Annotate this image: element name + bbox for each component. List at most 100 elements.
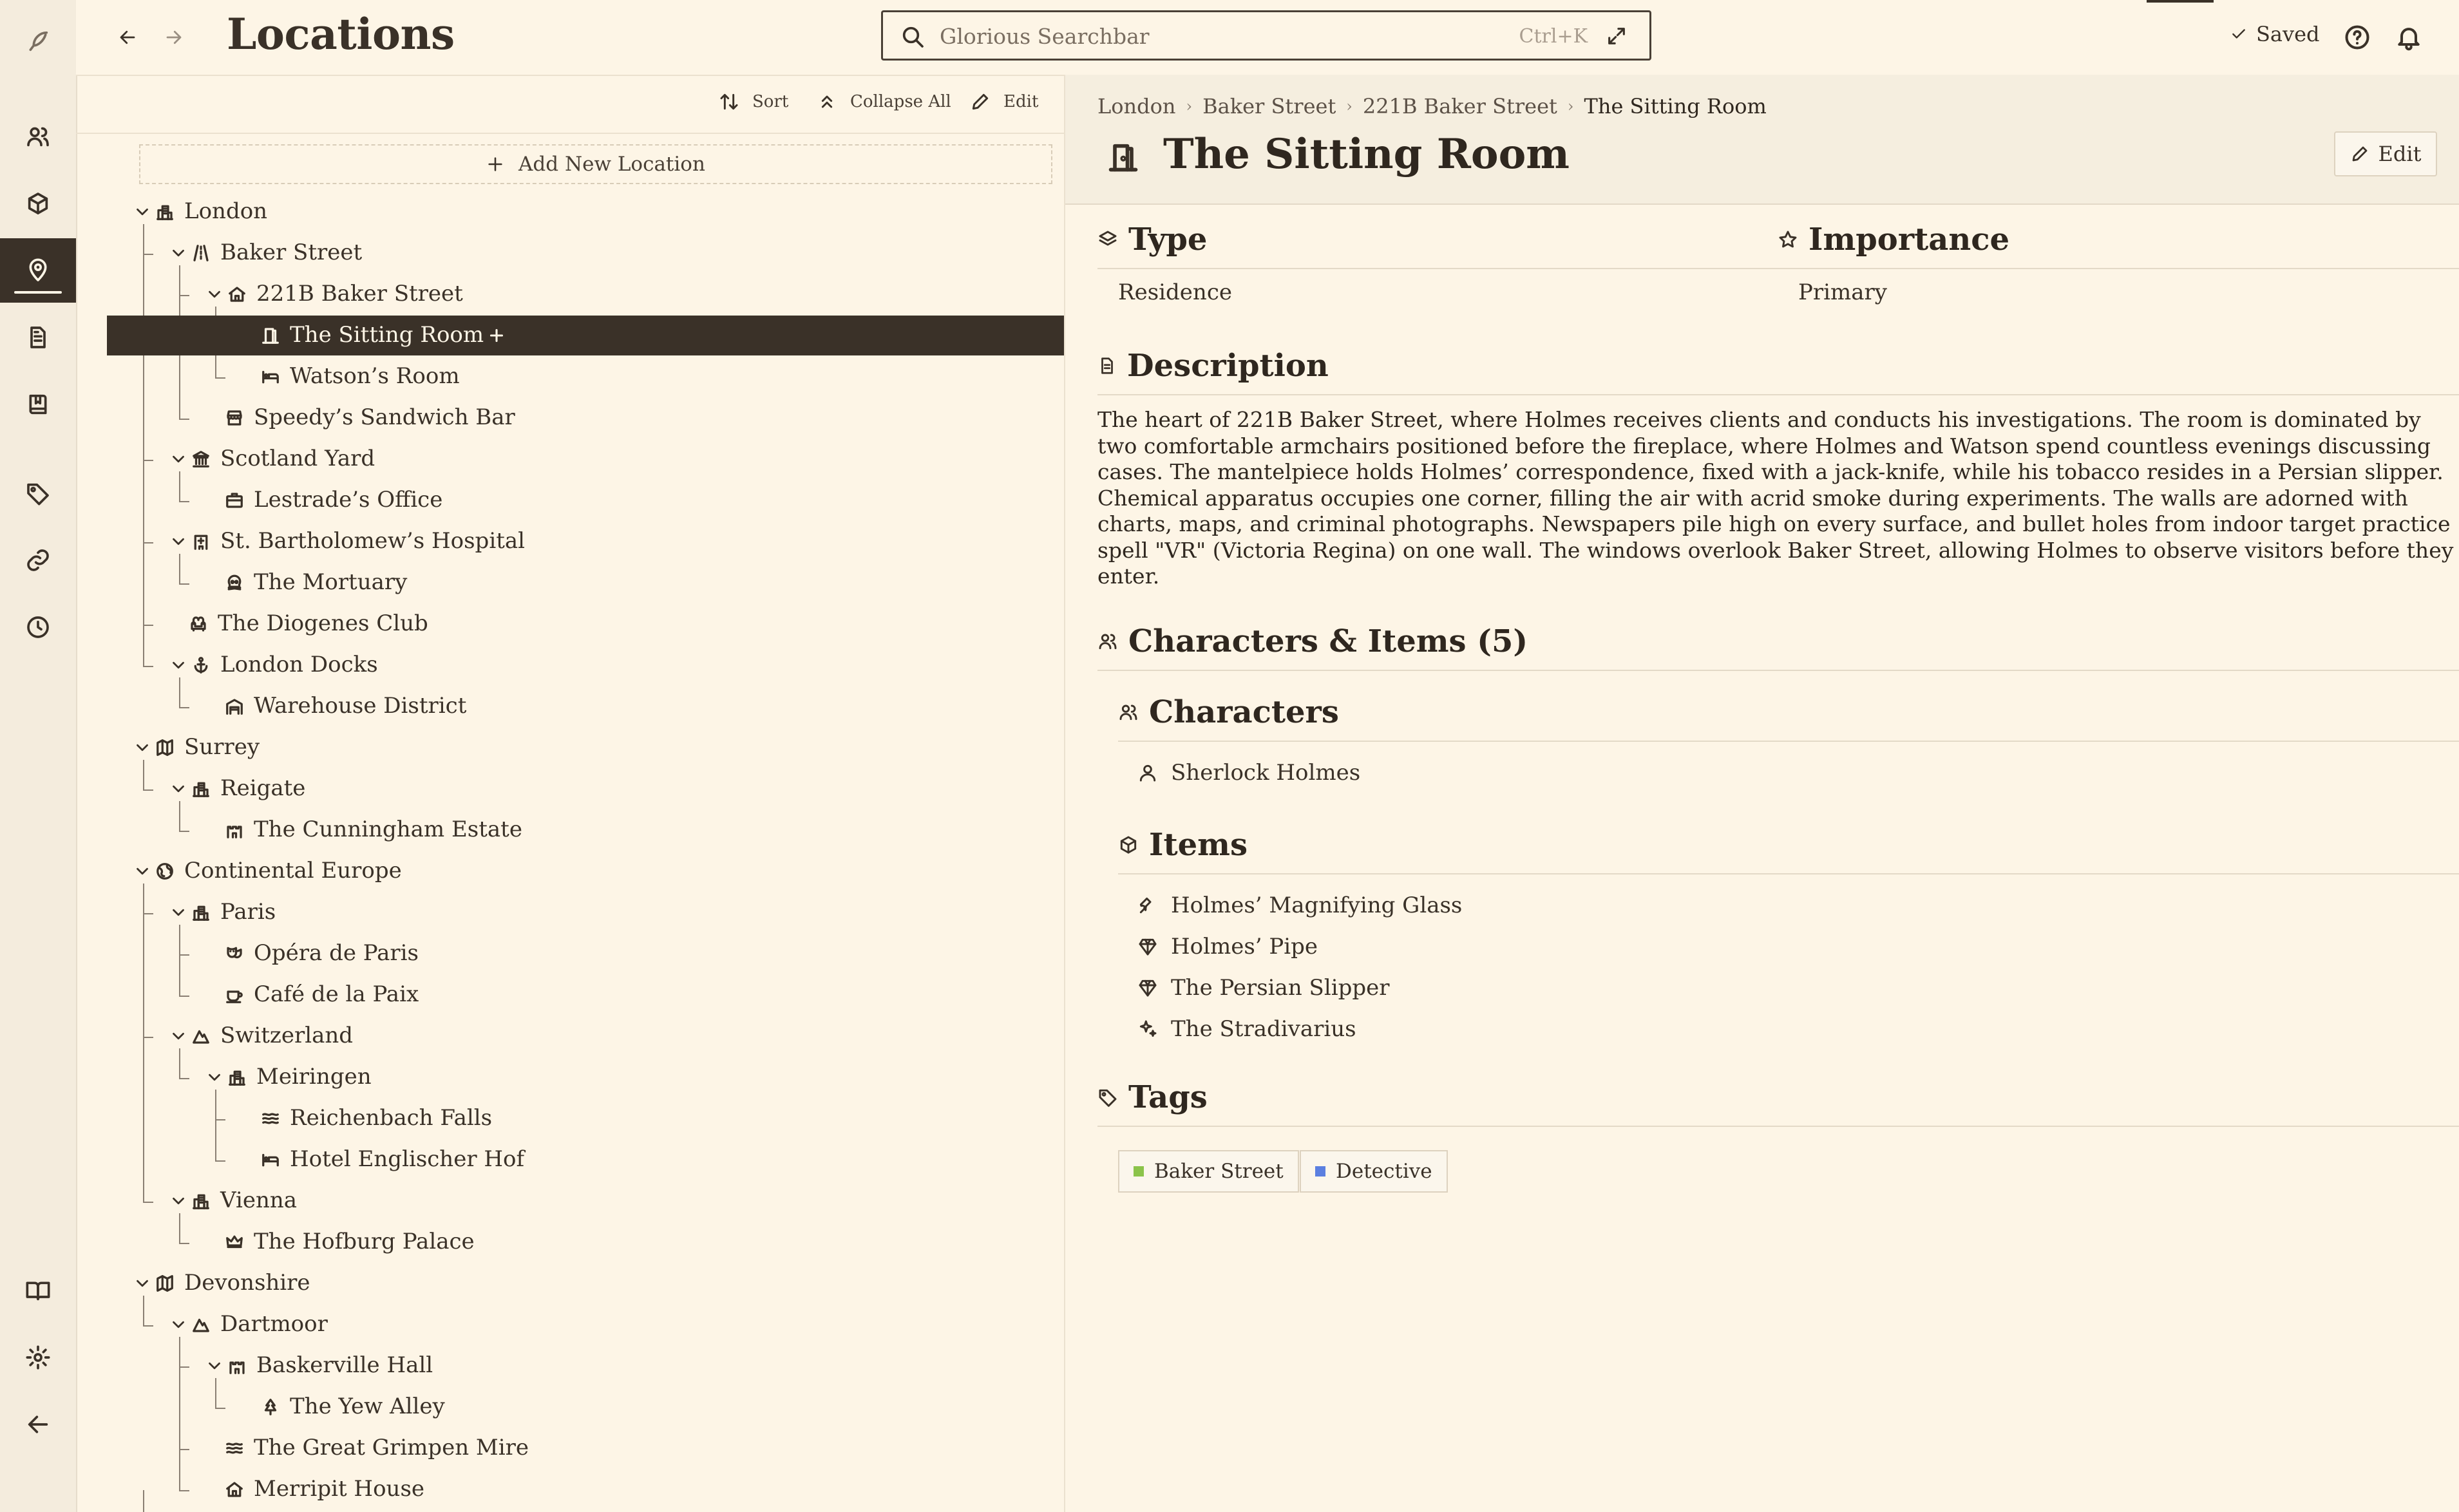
chevron-down-icon[interactable] bbox=[169, 449, 188, 469]
tree-item-label: Dartmoor bbox=[220, 1311, 328, 1337]
chevron-down-icon[interactable] bbox=[133, 862, 152, 881]
chevron-down-icon[interactable] bbox=[205, 285, 224, 304]
house-icon bbox=[229, 287, 245, 302]
locations-nav-map-pin-icon[interactable] bbox=[0, 238, 76, 303]
app-logo-feather-icon[interactable] bbox=[0, 9, 76, 73]
tree-item[interactable]: The Mortuary bbox=[107, 563, 1064, 603]
tree-item[interactable]: Switzerland bbox=[107, 1016, 1064, 1056]
tree-item[interactable]: Hotel Englischer Hof bbox=[107, 1140, 1064, 1180]
map-icon bbox=[157, 739, 173, 756]
breadcrumb-item[interactable]: 221B Baker Street bbox=[1363, 94, 1557, 118]
character-item[interactable]: Sherlock Holmes bbox=[1137, 760, 1360, 786]
tree-item[interactable]: Meiringen bbox=[107, 1057, 1064, 1097]
lore-nav-book-icon[interactable] bbox=[0, 372, 76, 437]
tree-item[interactable]: Speedy’s Sandwich Bar bbox=[107, 398, 1064, 438]
tree-item[interactable]: Warehouse District bbox=[107, 686, 1064, 726]
item-name: The Persian Slipper bbox=[1171, 975, 1390, 1001]
search-bar[interactable]: Glorious Searchbar Ctrl+K bbox=[881, 10, 1651, 61]
tag-label: Baker Street bbox=[1154, 1160, 1284, 1183]
tree-item[interactable]: Lestrade’s Office bbox=[107, 480, 1064, 520]
tree-item[interactable]: The Cunningham Estate bbox=[107, 810, 1064, 850]
tree-item[interactable]: Merripit House bbox=[107, 1469, 1064, 1509]
tree-item[interactable]: Surrey bbox=[107, 728, 1064, 768]
chevron-down-icon[interactable] bbox=[169, 903, 188, 922]
tree-item[interactable]: St. Bartholomew’s Hospital bbox=[107, 522, 1064, 562]
tree-item[interactable]: Baker Street bbox=[107, 233, 1064, 273]
bell-icon[interactable] bbox=[2395, 23, 2423, 52]
breadcrumb-item[interactable]: Baker Street bbox=[1202, 94, 1336, 118]
chevrons-up-icon bbox=[821, 95, 833, 108]
tree-item-label: The Yew Alley bbox=[290, 1394, 445, 1419]
app-rail bbox=[0, 0, 77, 1512]
tree-item[interactable]: Reichenbach Falls bbox=[107, 1099, 1064, 1139]
tree-item[interactable]: Watson’s Room bbox=[107, 357, 1064, 397]
tree-item[interactable]: Reigate bbox=[107, 769, 1064, 809]
tree-item[interactable]: 221B Baker Street bbox=[107, 274, 1064, 314]
docs-nav-book-open-icon[interactable] bbox=[0, 1258, 76, 1323]
settings-nav-gear-icon[interactable] bbox=[0, 1325, 76, 1390]
item-entry[interactable]: Holmes’ Magnifying Glass bbox=[1137, 893, 1462, 918]
tree-item[interactable]: London bbox=[107, 192, 1064, 232]
items-nav-box-icon[interactable] bbox=[0, 171, 76, 236]
map-icon bbox=[157, 1275, 173, 1292]
add-child-plus-icon[interactable] bbox=[486, 325, 508, 346]
tree-edit-button[interactable]: Edit bbox=[970, 91, 1038, 112]
tree-item[interactable]: Continental Europe bbox=[107, 851, 1064, 891]
chevron-down-icon[interactable] bbox=[133, 738, 152, 757]
forward-arrow-icon[interactable] bbox=[161, 24, 187, 50]
relations-nav-link-icon[interactable] bbox=[0, 528, 76, 592]
breadcrumb-item[interactable]: London bbox=[1097, 94, 1175, 118]
characters-nav-users-icon[interactable] bbox=[0, 104, 76, 169]
tree-item[interactable]: The Yew Alley bbox=[107, 1387, 1064, 1427]
item-name: Holmes’ Magnifying Glass bbox=[1171, 893, 1463, 918]
city-icon bbox=[229, 1070, 245, 1086]
chevron-down-icon[interactable] bbox=[169, 532, 188, 551]
tree-item[interactable]: London Docks bbox=[107, 645, 1064, 685]
tree-item[interactable]: Opéra de Paris bbox=[107, 934, 1064, 974]
chevron-down-icon[interactable] bbox=[169, 1026, 188, 1046]
expand-icon[interactable] bbox=[1606, 25, 1628, 47]
tree-item[interactable]: Dartmoor bbox=[107, 1305, 1064, 1345]
location-edit-button[interactable]: Edit bbox=[2334, 131, 2437, 176]
timeline-nav-clock-icon[interactable] bbox=[0, 595, 76, 659]
chevron-down-icon[interactable] bbox=[169, 243, 188, 263]
tree-item[interactable]: The Sitting Room bbox=[107, 316, 1064, 355]
tree-item[interactable]: Baskerville Hall bbox=[107, 1346, 1064, 1386]
skull-icon bbox=[227, 574, 242, 591]
chevron-down-icon[interactable] bbox=[205, 1068, 224, 1087]
collapse-all-button[interactable]: Collapse All bbox=[817, 91, 951, 112]
tree-item-label: Speedy’s Sandwich Bar bbox=[254, 404, 515, 430]
tag-chip[interactable]: Baker Street bbox=[1118, 1150, 1299, 1193]
tree-item[interactable]: Scotland Yard bbox=[107, 439, 1064, 479]
chevron-down-icon[interactable] bbox=[169, 656, 188, 675]
layers-icon bbox=[1099, 231, 1117, 246]
tree-item[interactable]: Paris bbox=[107, 893, 1064, 932]
add-new-location-button[interactable]: Add New Location bbox=[139, 144, 1052, 184]
tree-item[interactable]: The Hofburg Palace bbox=[107, 1222, 1064, 1262]
chevron-down-icon[interactable] bbox=[169, 1191, 188, 1211]
chevron-down-icon[interactable] bbox=[133, 202, 152, 222]
chevron-down-icon[interactable] bbox=[205, 1356, 224, 1375]
page-title: Locations bbox=[227, 9, 455, 59]
tree-item[interactable]: The Great Grimpen Mire bbox=[107, 1428, 1064, 1468]
sort-button[interactable]: Sort bbox=[719, 91, 788, 112]
tag-chip[interactable]: Detective bbox=[1300, 1150, 1448, 1193]
item-entry[interactable]: Holmes’ Pipe bbox=[1137, 934, 1318, 959]
back-arrow-icon[interactable] bbox=[115, 24, 140, 50]
tree-icon bbox=[264, 1399, 277, 1415]
help-icon[interactable] bbox=[2343, 23, 2371, 52]
tree-item[interactable]: Café de la Paix bbox=[107, 975, 1064, 1015]
item-name: Holmes’ Pipe bbox=[1171, 934, 1318, 959]
tree-item[interactable]: The Diogenes Club bbox=[107, 604, 1064, 644]
tags-nav-tag-icon[interactable] bbox=[0, 461, 76, 525]
notes-nav-file-icon[interactable] bbox=[0, 305, 76, 370]
item-entry[interactable]: The Persian Slipper bbox=[1137, 975, 1389, 1001]
collapse-sidebar-arrow-left-icon[interactable] bbox=[0, 1392, 76, 1457]
chevron-down-icon[interactable] bbox=[133, 1274, 152, 1293]
chevron-down-icon[interactable] bbox=[169, 1315, 188, 1334]
tree-item[interactable]: Devonshire bbox=[107, 1263, 1064, 1303]
tree-item[interactable]: Vienna bbox=[107, 1181, 1064, 1221]
item-entry[interactable]: The Stradivarius bbox=[1137, 1016, 1356, 1042]
chevron-down-icon[interactable] bbox=[169, 779, 188, 799]
search-placeholder: Glorious Searchbar bbox=[940, 24, 1150, 49]
